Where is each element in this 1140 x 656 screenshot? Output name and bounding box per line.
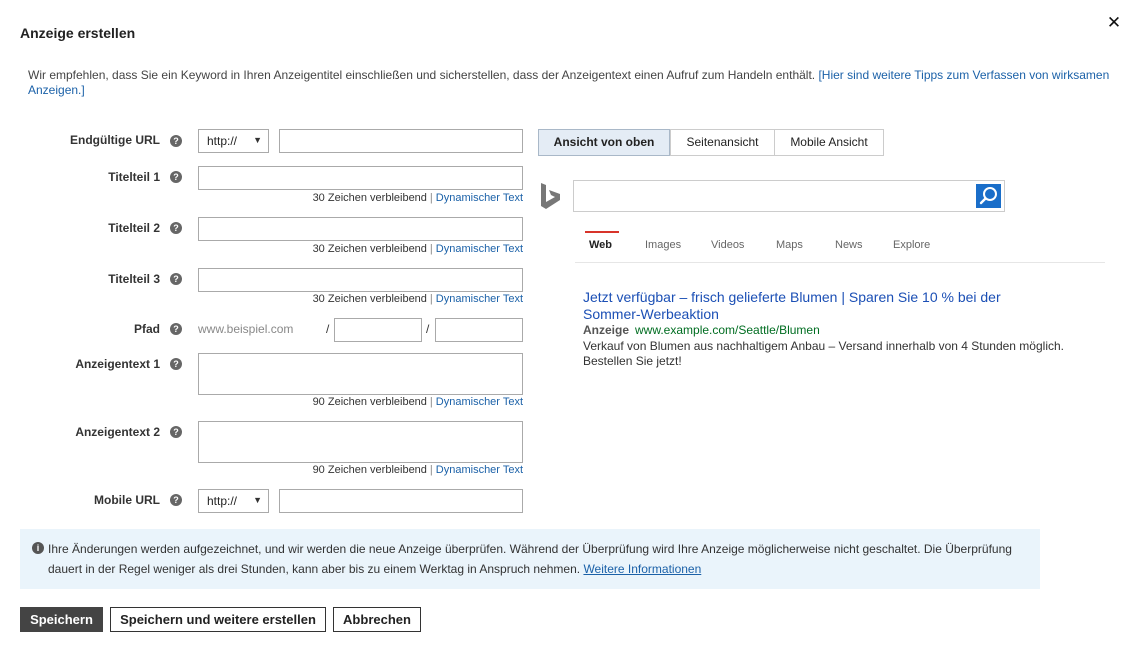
ad-preview-url-line: Anzeige www.example.com/Seattle/Blumen (583, 323, 820, 337)
nav-divider (575, 262, 1105, 263)
mobile-url-protocol-select[interactable]: http:// ▼ (198, 489, 269, 513)
desc2-label: Anzeigentext 2 (75, 425, 160, 439)
final-url-protocol-select[interactable]: http:// ▼ (198, 129, 269, 153)
final-url-protocol-value: http:// (207, 134, 238, 148)
desc1-label: Anzeigentext 1 (75, 357, 160, 371)
nav-explore: Explore (893, 239, 931, 251)
chevron-down-icon: ▼ (253, 135, 262, 145)
headline1-input[interactable] (198, 166, 523, 190)
desc2-textarea[interactable] (198, 421, 523, 463)
intro-message: Wir empfehlen, dass Sie ein Keyword in I… (28, 68, 819, 82)
search-icon (976, 184, 1001, 208)
close-icon[interactable]: ✕ (1105, 14, 1123, 32)
headline1-label: Titelteil 1 (108, 170, 160, 184)
tab-side-view[interactable]: Seitenansicht (670, 129, 775, 156)
ad-badge: Anzeige (583, 323, 630, 337)
preview-search-box (573, 180, 1005, 212)
separator: | (429, 192, 433, 204)
headline3-remaining: 30 Zeichen verbleibend (312, 293, 427, 305)
headline3-label: Titelteil 3 (108, 272, 160, 286)
desc2-counter: 90 Zeichen verbleibend | Dynamischer Text (193, 464, 523, 476)
separator: | (429, 293, 433, 305)
ad-preview-url: www.example.com/Seattle/Blumen (635, 323, 820, 337)
separator: | (429, 396, 433, 408)
desc2-remaining: 90 Zeichen verbleibend (312, 464, 427, 476)
path-label: Pfad (133, 322, 160, 336)
path2-input[interactable] (435, 318, 523, 342)
help-icon[interactable]: ? (170, 426, 182, 438)
review-notice-text: Ihre Änderungen werden aufgezeichnet, un… (48, 539, 1033, 579)
help-icon[interactable]: ? (170, 222, 182, 234)
headline2-input[interactable] (198, 217, 523, 241)
nav-web: Web (589, 239, 613, 251)
cancel-button[interactable]: Abbrechen (333, 607, 421, 632)
dialog-title: Anzeige erstellen (20, 25, 136, 41)
help-icon[interactable]: ? (170, 323, 182, 335)
desc1-remaining: 90 Zeichen verbleibend (312, 396, 427, 408)
more-info-link[interactable]: Weitere Informationen (583, 562, 701, 576)
intro-text: Wir empfehlen, dass Sie ein Keyword in I… (28, 68, 1123, 98)
headline3-input[interactable] (198, 268, 523, 292)
nav-images: Images (645, 239, 682, 251)
headline1-dynamic-text-link[interactable]: Dynamischer Text (436, 192, 523, 204)
final-url-input[interactable] (279, 129, 523, 153)
path-prefix: www.beispiel.com (198, 322, 294, 336)
desc1-counter: 90 Zeichen verbleibend | Dynamischer Text (193, 396, 523, 408)
review-notice-message: Ihre Änderungen werden aufgezeichnet, un… (48, 542, 1012, 576)
help-icon[interactable]: ? (170, 171, 182, 183)
headline1-counter: 30 Zeichen verbleibend | Dynamischer Text (193, 192, 523, 204)
desc2-dynamic-text-link[interactable]: Dynamischer Text (436, 464, 523, 476)
nav-news: News (835, 239, 863, 251)
mobile-url-input[interactable] (279, 489, 523, 513)
help-icon[interactable]: ? (170, 358, 182, 370)
desc1-dynamic-text-link[interactable]: Dynamischer Text (436, 396, 523, 408)
help-icon[interactable]: ? (170, 135, 182, 147)
desc1-textarea[interactable] (198, 353, 523, 395)
mobile-url-protocol-value: http:// (207, 494, 238, 508)
help-icon[interactable]: ? (170, 273, 182, 285)
headline2-counter: 30 Zeichen verbleibend | Dynamischer Text (193, 243, 523, 255)
nav-videos: Videos (711, 239, 745, 251)
save-and-new-button[interactable]: Speichern und weitere erstellen (110, 607, 326, 632)
separator: | (429, 243, 433, 255)
headline2-label: Titelteil 2 (108, 221, 160, 235)
nav-active-underline (585, 231, 619, 233)
separator: | (429, 464, 433, 476)
ad-preview-title: Jetzt verfügbar – frisch gelieferte Blum… (583, 289, 1001, 322)
final-url-label: Endgültige URL (70, 133, 160, 147)
bing-logo-icon (538, 182, 564, 212)
help-icon[interactable]: ? (170, 494, 182, 506)
headline2-dynamic-text-link[interactable]: Dynamischer Text (436, 243, 523, 255)
mobile-url-label: Mobile URL (94, 493, 160, 507)
headline2-remaining: 30 Zeichen verbleibend (312, 243, 427, 255)
chevron-down-icon: ▼ (253, 495, 262, 505)
headline3-counter: 30 Zeichen verbleibend | Dynamischer Text (193, 293, 523, 305)
tab-top-view[interactable]: Ansicht von oben (538, 129, 670, 156)
path-slash: / (326, 322, 330, 336)
path1-input[interactable] (334, 318, 422, 342)
headline3-dynamic-text-link[interactable]: Dynamischer Text (436, 293, 523, 305)
headline1-remaining: 30 Zeichen verbleibend (312, 192, 427, 204)
ad-preview-description: Verkauf von Blumen aus nachhaltigem Anba… (583, 339, 1064, 368)
tab-mobile-view[interactable]: Mobile Ansicht (774, 129, 884, 156)
path-slash: / (426, 322, 430, 336)
save-button[interactable]: Speichern (20, 607, 103, 632)
info-icon: i (32, 542, 44, 554)
nav-maps: Maps (776, 239, 803, 251)
